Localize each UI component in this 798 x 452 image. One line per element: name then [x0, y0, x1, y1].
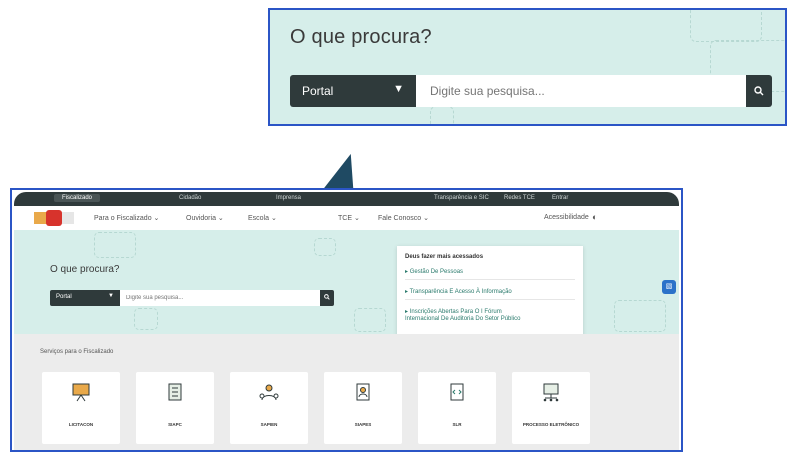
service-card-label: SAPIEN — [260, 422, 278, 427]
logo-shape — [60, 212, 74, 224]
search-heading: O que procura? — [290, 26, 432, 48]
chevron-down-icon: ▼ — [393, 83, 404, 95]
nav-item-fiscalizado[interactable]: Para o Fiscalizado ⌄ — [94, 214, 159, 222]
search-input[interactable] — [416, 75, 746, 107]
link-redes[interactable]: Redes TCE — [504, 195, 535, 201]
search-button[interactable] — [746, 75, 772, 107]
link-entrar[interactable]: Entrar — [552, 195, 568, 201]
most-accessed-panel: Deus fazer mais acessados ▸ Gestão De Pe… — [397, 246, 583, 344]
most-accessed-heading: Deus fazer mais acessados — [405, 254, 484, 260]
tce-logo[interactable] — [34, 210, 76, 226]
search-scope-value: Portal — [56, 294, 72, 300]
background-decoration — [690, 10, 762, 42]
divider — [405, 299, 575, 300]
background-decoration — [94, 232, 136, 258]
popular-link-label: Inscrições Abertas Para O I Fórum — [409, 309, 502, 315]
nav-item-tce[interactable]: TCE ⌄ — [338, 214, 360, 222]
nav-item-label: Para o Fiscalizado — [94, 215, 152, 222]
zoom-callout: O que procura? Portal ▼ — [268, 8, 787, 126]
tab-cidadao[interactable]: Cidadão — [179, 195, 201, 201]
audience-bar: Fiscalizado Cidadão Imprensa Transparênc… — [14, 192, 679, 206]
service-card-label: SIAPC — [168, 422, 182, 427]
services-title: Serviços para o Fiscalizado — [40, 349, 114, 355]
main-nav: Para o Fiscalizado ⌄ Ouvidoria ⌄ Escola … — [14, 206, 679, 230]
logo-shape — [46, 210, 62, 226]
search-icon — [754, 86, 764, 96]
presentation-board-icon — [72, 383, 90, 402]
search-heading: O que procura? — [50, 264, 120, 275]
popular-link[interactable]: ▸ Transparência E Acesso À Informação — [405, 288, 512, 295]
background-decoration — [430, 106, 454, 124]
nav-item-label: Fale Conosco — [378, 215, 422, 222]
people-network-icon — [259, 384, 279, 401]
nav-item-fale-conosco[interactable]: Fale Conosco ⌄ — [378, 214, 429, 222]
service-card-siapes[interactable]: SIAPES — [324, 372, 402, 444]
service-card-slr[interactable]: SLR — [418, 372, 496, 444]
contrast-icon[interactable]: ◐ — [592, 212, 597, 222]
background-decoration — [314, 238, 336, 256]
code-document-icon — [450, 383, 464, 401]
link-transparencia[interactable]: Transparência e SIC — [434, 195, 489, 201]
service-card-label: LICITACON — [68, 422, 94, 427]
nav-item-escola[interactable]: Escola ⌄ — [248, 214, 277, 222]
popular-link-label: Transparência E Acesso À Informação — [409, 289, 512, 295]
popular-link-label: Gestão De Pessoas — [409, 269, 464, 275]
background-decoration — [354, 308, 386, 332]
computer-network-icon — [543, 383, 559, 402]
search-input[interactable] — [120, 290, 320, 306]
service-card-label: PROCESSO ELETRÔNICO — [522, 422, 580, 427]
popular-link-continued[interactable]: Internacional De Auditoria Do Setor Públ… — [405, 316, 520, 322]
search-scope-select[interactable]: Portal ▼ — [50, 290, 120, 306]
accessibility-link[interactable]: Acessibilidade — [544, 214, 589, 221]
nav-item-label: TCE — [338, 215, 352, 222]
service-card-label: SIAPES — [354, 422, 372, 427]
service-card-label: SLR — [452, 422, 462, 427]
background-decoration — [614, 300, 666, 332]
website-screenshot: Fiscalizado Cidadão Imprensa Transparênc… — [10, 188, 683, 452]
side-panel-icon[interactable]: ▧ — [662, 280, 676, 294]
service-card-licitacon[interactable]: LICITACON — [42, 372, 120, 444]
chevron-down-icon: ▼ — [108, 293, 114, 299]
nav-item-label: Escola — [248, 215, 270, 222]
tab-imprensa[interactable]: Imprensa — [276, 195, 301, 201]
service-card-processo-eletronico[interactable]: PROCESSO ELETRÔNICO — [512, 372, 590, 444]
popular-link[interactable]: ▸ Gestão De Pessoas — [405, 268, 463, 275]
person-badge-icon — [356, 383, 370, 401]
divider — [405, 279, 575, 280]
search-icon — [324, 294, 330, 301]
tab-fiscalizado[interactable]: Fiscalizado — [54, 194, 101, 202]
search-button[interactable] — [320, 290, 334, 306]
services-section: Serviços para o Fiscalizado LICITACON SI… — [14, 334, 679, 450]
popular-link[interactable]: ▸ Inscrições Abertas Para O I Fórum — [405, 308, 502, 315]
nav-item-ouvidoria[interactable]: Ouvidoria ⌄ — [186, 214, 224, 222]
nav-item-label: Ouvidoria — [186, 215, 216, 222]
search-scope-value: Portal — [302, 84, 334, 98]
background-decoration — [134, 308, 158, 330]
search-scope-select[interactable]: Portal ▼ — [290, 75, 416, 107]
service-card-sapien[interactable]: SAPIEN — [230, 372, 308, 444]
service-card-siapc[interactable]: SIAPC — [136, 372, 214, 444]
document-binder-icon — [168, 383, 182, 401]
